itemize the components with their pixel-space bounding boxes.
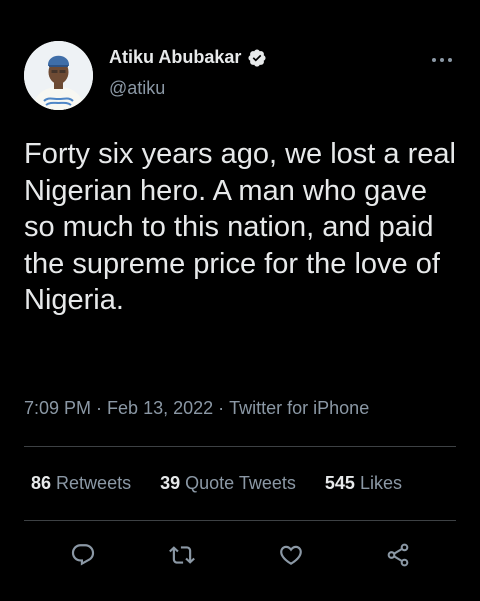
quote-tweets-label: Quote Tweets bbox=[185, 473, 296, 493]
reply-button[interactable] bbox=[66, 538, 100, 572]
tweet-text: Forty six years ago, we lost a real Nige… bbox=[24, 138, 456, 316]
meta-separator: · bbox=[218, 398, 225, 418]
tweet-meta: 7:09 PM · Feb 13, 2022 · Twitter for iPhone bbox=[24, 398, 369, 419]
retweet-button[interactable] bbox=[165, 538, 199, 572]
author-name-row: Atiku Abubakar bbox=[109, 47, 267, 68]
more-dots-icon bbox=[432, 58, 452, 62]
tweet-source[interactable]: Twitter for iPhone bbox=[229, 398, 369, 418]
avatar[interactable] bbox=[24, 41, 93, 110]
retweets-count: 86 bbox=[31, 473, 52, 493]
verified-badge-icon bbox=[248, 48, 266, 67]
divider bbox=[24, 520, 456, 521]
quote-tweets-stat[interactable]: 39 Quote Tweets bbox=[160, 473, 296, 494]
engagement-stats: 86 Retweets 39 Quote Tweets 545 Likes bbox=[31, 473, 402, 494]
quote-tweets-count: 39 bbox=[160, 473, 181, 493]
more-options-button[interactable] bbox=[428, 50, 456, 70]
meta-separator: · bbox=[96, 398, 103, 418]
share-icon bbox=[387, 543, 409, 567]
like-button[interactable] bbox=[274, 538, 308, 572]
tweet-date[interactable]: Feb 13, 2022 bbox=[107, 398, 213, 418]
display-name[interactable]: Atiku Abubakar bbox=[109, 47, 241, 68]
profile-photo-icon bbox=[24, 41, 93, 110]
tweet-time[interactable]: 7:09 PM bbox=[24, 398, 91, 418]
likes-count: 545 bbox=[324, 473, 355, 493]
likes-stat[interactable]: 545 Likes bbox=[325, 473, 402, 494]
action-bar bbox=[0, 538, 480, 572]
user-handle[interactable]: @atiku bbox=[109, 78, 165, 99]
like-icon bbox=[280, 545, 302, 565]
share-button[interactable] bbox=[381, 538, 415, 572]
reply-icon bbox=[71, 544, 95, 566]
divider bbox=[24, 446, 456, 447]
retweets-stat[interactable]: 86 Retweets bbox=[31, 473, 131, 494]
likes-label: Likes bbox=[359, 473, 402, 493]
retweet-icon bbox=[169, 546, 195, 564]
retweets-label: Retweets bbox=[56, 473, 132, 493]
